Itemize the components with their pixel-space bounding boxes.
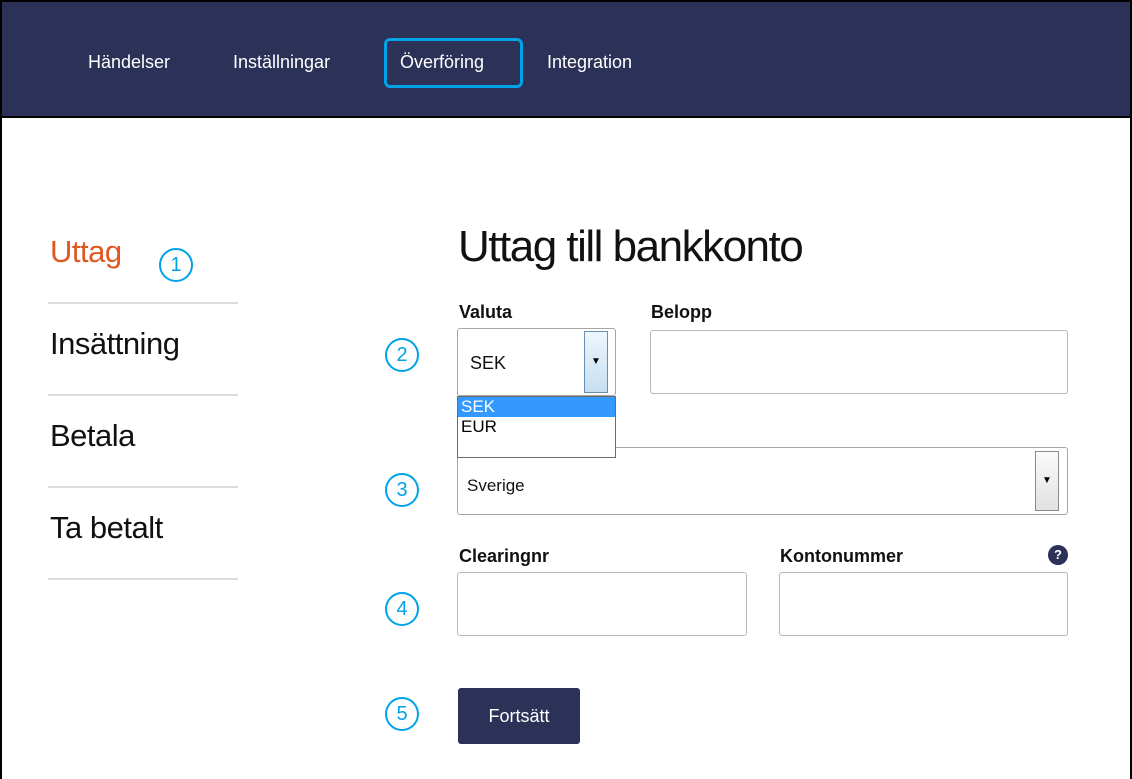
sidebar-item-ta-betalt[interactable]: Ta betalt — [48, 488, 238, 580]
nav-active-highlight — [384, 38, 523, 88]
nav-item-handelser[interactable]: Händelser — [88, 52, 170, 73]
page-title: Uttag till bankkonto — [458, 222, 804, 271]
continue-button[interactable]: Fortsätt — [458, 688, 580, 744]
amount-label: Belopp — [651, 302, 712, 322]
chevron-down-icon[interactable]: ▼ — [584, 331, 608, 393]
nav-item-integration[interactable]: Integration — [547, 52, 632, 73]
sidebar-item-label: Insättning — [50, 326, 180, 361]
sidebar-item-betala[interactable]: Betala — [48, 396, 238, 488]
account-number-label: Kontonummer — [780, 546, 903, 566]
annotation-marker-5: 5 — [385, 697, 419, 731]
account-number-input[interactable] — [779, 572, 1068, 636]
clearing-label: Clearingnr — [459, 546, 550, 566]
sidebar-item-label: Betala — [50, 418, 135, 453]
annotation-marker-2: 2 — [385, 338, 419, 372]
sidebar-item-label: Ta betalt — [50, 510, 163, 545]
currency-select-value: SEK — [470, 353, 507, 373]
annotation-marker-1: 1 — [159, 248, 193, 282]
sidebar-item-insattning[interactable]: Insättning — [48, 304, 238, 396]
currency-option-eur[interactable]: EUR — [458, 417, 615, 437]
amount-input[interactable] — [650, 330, 1068, 394]
currency-option-sek[interactable]: SEK — [458, 397, 615, 417]
currency-label: Valuta — [459, 302, 513, 322]
help-icon[interactable]: ? — [1048, 545, 1068, 565]
annotation-marker-4: 4 — [385, 592, 419, 626]
chevron-down-icon[interactable]: ▼ — [1035, 451, 1059, 511]
sidebar-item-label: Uttag — [50, 234, 122, 269]
country-select-value: Sverige — [467, 476, 525, 495]
sidebar: Uttag Insättning Betala Ta betalt — [48, 212, 238, 580]
currency-select[interactable]: SEK ▼ — [457, 328, 616, 396]
annotation-marker-3: 3 — [385, 473, 419, 507]
currency-dropdown-list: SEK EUR — [457, 396, 616, 458]
clearing-number-input[interactable] — [457, 572, 747, 636]
sidebar-item-uttag[interactable]: Uttag — [48, 212, 238, 304]
nav-item-installningar[interactable]: Inställningar — [233, 52, 330, 73]
